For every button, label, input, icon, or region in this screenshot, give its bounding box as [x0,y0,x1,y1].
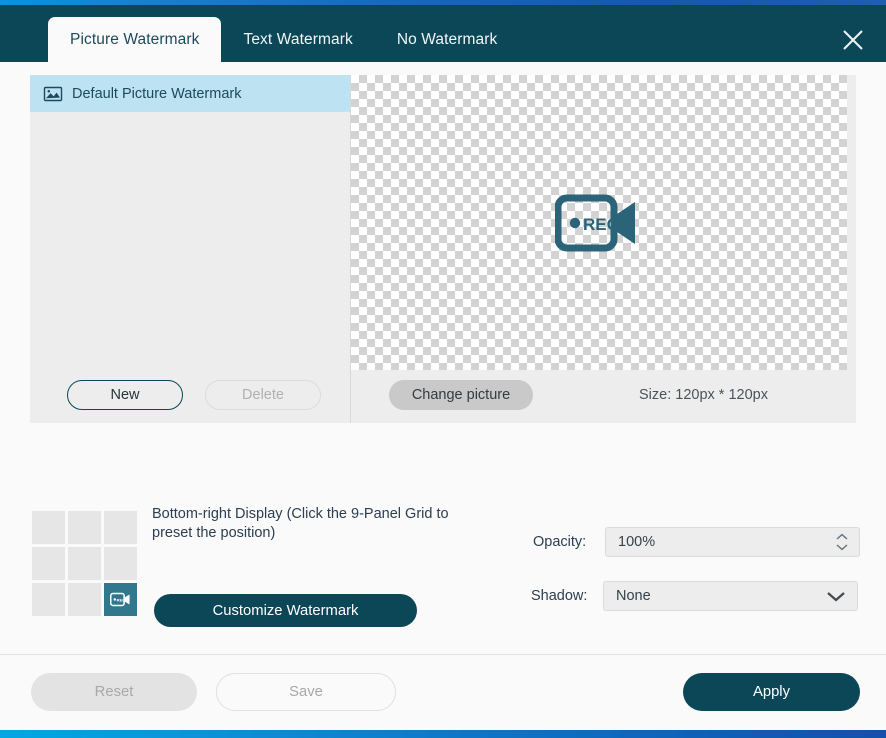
list-actions: New Delete [30,380,350,410]
svg-text:REC: REC [117,597,126,602]
position-cell-top-right[interactable] [104,511,137,544]
spinner-icon[interactable] [835,533,849,551]
customize-watermark-button[interactable]: Customize Watermark [154,594,417,627]
watermark-settings: REC Bottom-right Display (Click the 9-Pa… [0,447,886,647]
tab-no-watermark[interactable]: No Watermark [375,17,520,62]
shadow-select[interactable]: None [603,581,858,611]
shadow-label: Shadow: [531,588,603,604]
dialog-body: Default Picture Watermark New Delete REC [0,62,886,654]
watermark-panel: Default Picture Watermark New Delete REC [30,75,856,423]
preview-actions: Change picture Size: 120px * 120px [351,380,847,410]
dialog-header: Picture Watermark Text Watermark No Wate… [0,5,886,62]
position-cell-bottom-center[interactable] [68,583,101,616]
dialog-footer: Reset Save Apply [0,654,886,733]
shadow-field-row: Shadow: None [531,581,858,611]
opacity-stepper[interactable]: 100% [605,527,860,557]
apply-button[interactable]: Apply [683,673,860,711]
tab-picture-watermark[interactable]: Picture Watermark [48,17,221,62]
list-item-label: Default Picture Watermark [72,86,241,102]
new-button[interactable]: New [67,380,183,410]
tab-bar: Picture Watermark Text Watermark No Wate… [48,17,519,62]
opacity-label: Opacity: [533,534,605,550]
watermark-list-pane: Default Picture Watermark New Delete [30,75,351,423]
opacity-value: 100% [618,534,655,550]
rec-camera-icon: REC [110,592,131,607]
change-picture-button[interactable]: Change picture [389,380,533,410]
position-cell-bottom-left[interactable] [32,583,65,616]
tab-text-watermark[interactable]: Text Watermark [221,17,374,62]
save-button[interactable]: Save [216,673,396,711]
position-description: Bottom-right Display (Click the 9-Panel … [152,505,452,543]
image-size-label: Size: 120px * 120px [639,387,768,403]
delete-button[interactable]: Delete [205,380,321,410]
position-cell-top-center[interactable] [68,511,101,544]
chevron-up-icon [835,533,849,541]
close-icon[interactable] [840,27,866,53]
opacity-field-row: Opacity: 100% [533,527,860,557]
rec-camera-icon: REC [555,192,643,254]
reset-button[interactable]: Reset [31,673,197,711]
watermark-list[interactable]: Default Picture Watermark [30,75,350,331]
chevron-down-icon [835,543,849,551]
position-cell-bottom-right[interactable]: REC [104,583,137,616]
position-cell-middle-center[interactable] [68,547,101,580]
watermark-preview-pane: REC Change picture Size: 120px * 120px [351,75,856,423]
chevron-down-icon [825,589,847,603]
position-cell-top-left[interactable] [32,511,65,544]
shadow-value: None [616,588,651,604]
svg-text:REC: REC [583,215,619,234]
list-item[interactable]: Default Picture Watermark [30,75,350,112]
bottom-accent-strip [0,730,886,738]
position-grid[interactable]: REC [32,511,137,616]
picture-icon [43,84,63,104]
position-cell-middle-left[interactable] [32,547,65,580]
preview-canvas[interactable]: REC [351,75,847,370]
position-cell-middle-right[interactable] [104,547,137,580]
